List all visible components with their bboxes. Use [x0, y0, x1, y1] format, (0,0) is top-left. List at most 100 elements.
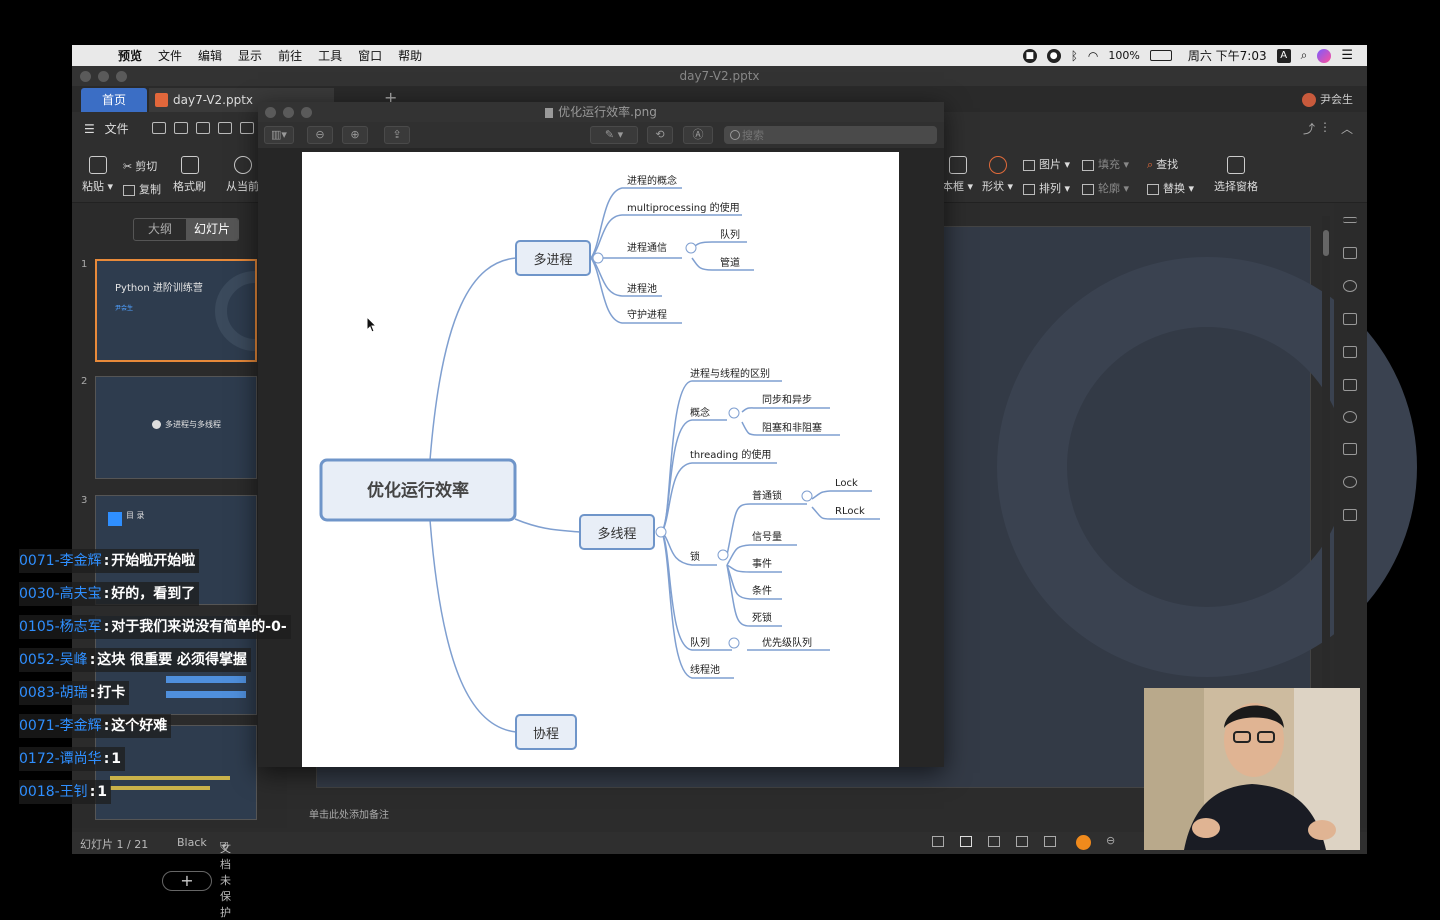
reading-view-icon[interactable] — [1016, 836, 1028, 847]
contents-icon — [108, 512, 122, 526]
tab-slides[interactable]: 幻灯片 — [186, 219, 238, 240]
more-icon[interactable]: ⋮ — [1319, 120, 1331, 134]
design-icon[interactable] — [1343, 247, 1357, 259]
slide-thumbnail-2[interactable]: 多进程与多线程 — [95, 376, 257, 479]
save-icon[interactable] — [174, 122, 188, 134]
siri-icon[interactable] — [1317, 48, 1332, 63]
search-input[interactable] — [724, 126, 937, 144]
zoom-out-icon[interactable]: ⊖ — [1106, 834, 1115, 847]
menu-tools[interactable]: 工具 — [318, 47, 342, 64]
mindmap-image[interactable]: 优化运行效率 多进程 多线程 协程 进程的概念 multiprocessing … — [302, 152, 899, 767]
zoom-window-icon[interactable] — [116, 71, 127, 82]
play-slideshow-icon[interactable] — [1076, 835, 1091, 850]
mindmap-leaf: 进程的概念 — [627, 174, 677, 187]
slide-title: 多进程与多线程 — [152, 419, 221, 430]
slide-sorter-icon[interactable] — [988, 836, 1000, 847]
scrollbar-thumb[interactable] — [1323, 230, 1329, 256]
user-name: 尹会生 — [1320, 93, 1353, 106]
open-icon[interactable] — [152, 122, 166, 134]
export-icon[interactable] — [196, 122, 210, 134]
image-icon[interactable] — [1343, 509, 1357, 521]
shape-pane-icon[interactable] — [1343, 280, 1357, 292]
slide-thumbnail-1[interactable]: Python 进阶训练营 尹会生 — [95, 259, 257, 362]
menu-app[interactable]: 预览 — [118, 47, 142, 64]
chat-separator: : — [103, 553, 110, 569]
picture-button[interactable]: 图片 ▾ — [1023, 156, 1070, 172]
theme-name[interactable]: Black — [177, 836, 207, 849]
user-account[interactable]: 尹会生 — [1302, 91, 1353, 107]
paste-button[interactable]: 粘贴 ▾ — [82, 156, 113, 194]
slide-code-line — [110, 776, 230, 780]
fill-button[interactable]: 填充 ▾ — [1082, 156, 1129, 172]
slide-title: Python 进阶训练营 — [115, 283, 203, 294]
minimize-window-icon[interactable] — [283, 107, 294, 118]
share-icon[interactable]: ⤴ — [1303, 120, 1315, 137]
record-icon[interactable]: ■ — [1022, 48, 1037, 63]
bluetooth-icon[interactable]: ᛒ — [1071, 49, 1078, 63]
zoom-window-icon[interactable] — [301, 107, 312, 118]
app-status-icon[interactable]: ● — [1046, 48, 1061, 63]
outline-button[interactable]: 轮廓 ▾ — [1082, 180, 1129, 196]
close-window-icon[interactable] — [265, 107, 276, 118]
find-button[interactable]: ⌕ 查找 — [1147, 156, 1178, 172]
presenter-icon[interactable] — [1044, 836, 1056, 847]
chat-message: 0172-谭尚华:1 — [19, 747, 126, 771]
shape-button[interactable]: 形状 ▾ — [982, 156, 1013, 194]
file-menu-button[interactable]: ☰ 文件 — [84, 120, 129, 137]
chat-separator: : — [103, 718, 110, 734]
normal-view-icon[interactable] — [960, 836, 972, 847]
pane-collapse-icon[interactable] — [1343, 217, 1357, 223]
copy-button[interactable]: 复制 — [123, 181, 161, 197]
menu-help[interactable]: 帮助 — [398, 47, 422, 64]
clock[interactable]: 周六 下午7:03 — [1188, 47, 1267, 64]
notes-placeholder[interactable]: 单击此处添加备注 — [309, 806, 389, 821]
star-icon[interactable] — [1343, 411, 1357, 423]
menu-go[interactable]: 前往 — [278, 47, 302, 64]
share-button[interactable]: ⇪ — [384, 126, 410, 144]
slide-thumbnail-5[interactable] — [95, 725, 257, 820]
rotate-button[interactable]: ⟲ — [647, 126, 673, 144]
markup-toolbar-button[interactable]: Ⓐ — [683, 126, 713, 144]
menu-file[interactable]: 文件 — [158, 47, 182, 64]
arrange-button[interactable]: 排列 ▾ — [1023, 180, 1070, 196]
animation-icon[interactable] — [1343, 313, 1357, 325]
wifi-icon[interactable]: ◠ — [1088, 49, 1098, 63]
menu-window[interactable]: 窗口 — [358, 47, 382, 64]
markup-button[interactable]: ✎ ▾ — [590, 126, 638, 144]
spotlight-search-icon[interactable]: ⌕ — [1301, 48, 1308, 63]
add-slide-button[interactable]: + — [162, 871, 212, 891]
format-painter-button[interactable]: 格式刷 — [173, 156, 206, 194]
chat-message: 0071-李金辉: 这个好难 — [19, 714, 172, 738]
chat-separator: : — [89, 652, 96, 668]
webcam-feed — [1144, 688, 1360, 850]
tab-outline[interactable]: 大纲 — [134, 219, 186, 240]
zoom-in-button[interactable]: ⊕ — [342, 126, 368, 144]
notification-center-icon[interactable]: ☰ — [1341, 48, 1353, 63]
menu-view[interactable]: 显示 — [238, 47, 262, 64]
close-window-icon[interactable] — [80, 71, 91, 82]
print-preview-icon[interactable] — [240, 122, 254, 134]
sidebar-icon: ▥▾ — [271, 128, 287, 141]
notes-toggle-icon[interactable] — [932, 836, 944, 847]
tab-home[interactable]: 首页 — [81, 88, 147, 112]
menu-edit[interactable]: 编辑 — [198, 47, 222, 64]
protect-icon[interactable] — [1343, 346, 1357, 358]
input-method-icon[interactable]: A — [1276, 48, 1291, 63]
settings-sliders-icon[interactable] — [1343, 443, 1357, 455]
slides-pane-icon[interactable] — [1343, 379, 1357, 391]
print-icon[interactable] — [218, 122, 232, 134]
selection-pane-button[interactable]: 选择窗格 — [1214, 156, 1258, 194]
sidebar-toggle-button[interactable]: ▥▾ — [264, 126, 294, 144]
battery-icon[interactable] — [1149, 50, 1172, 61]
collapse-ribbon-icon[interactable]: ︿ — [1341, 120, 1353, 137]
history-icon[interactable] — [1343, 476, 1357, 488]
replace-button[interactable]: 替换 ▾ — [1147, 180, 1194, 196]
cut-button[interactable]: ✂ 剪切 — [123, 158, 157, 174]
textbox-button[interactable]: 本框 ▾ — [942, 156, 973, 194]
wps-window-title: day7-V2.pptx — [679, 69, 760, 83]
chat-message: 0071-李金辉: 开始啦开始啦 — [19, 549, 200, 573]
chat-user: 0071-李金辉 — [19, 553, 102, 569]
play-from-current-button[interactable]: 从当前 — [226, 156, 259, 194]
zoom-out-button[interactable]: ⊖ — [307, 126, 333, 144]
minimize-window-icon[interactable] — [98, 71, 109, 82]
